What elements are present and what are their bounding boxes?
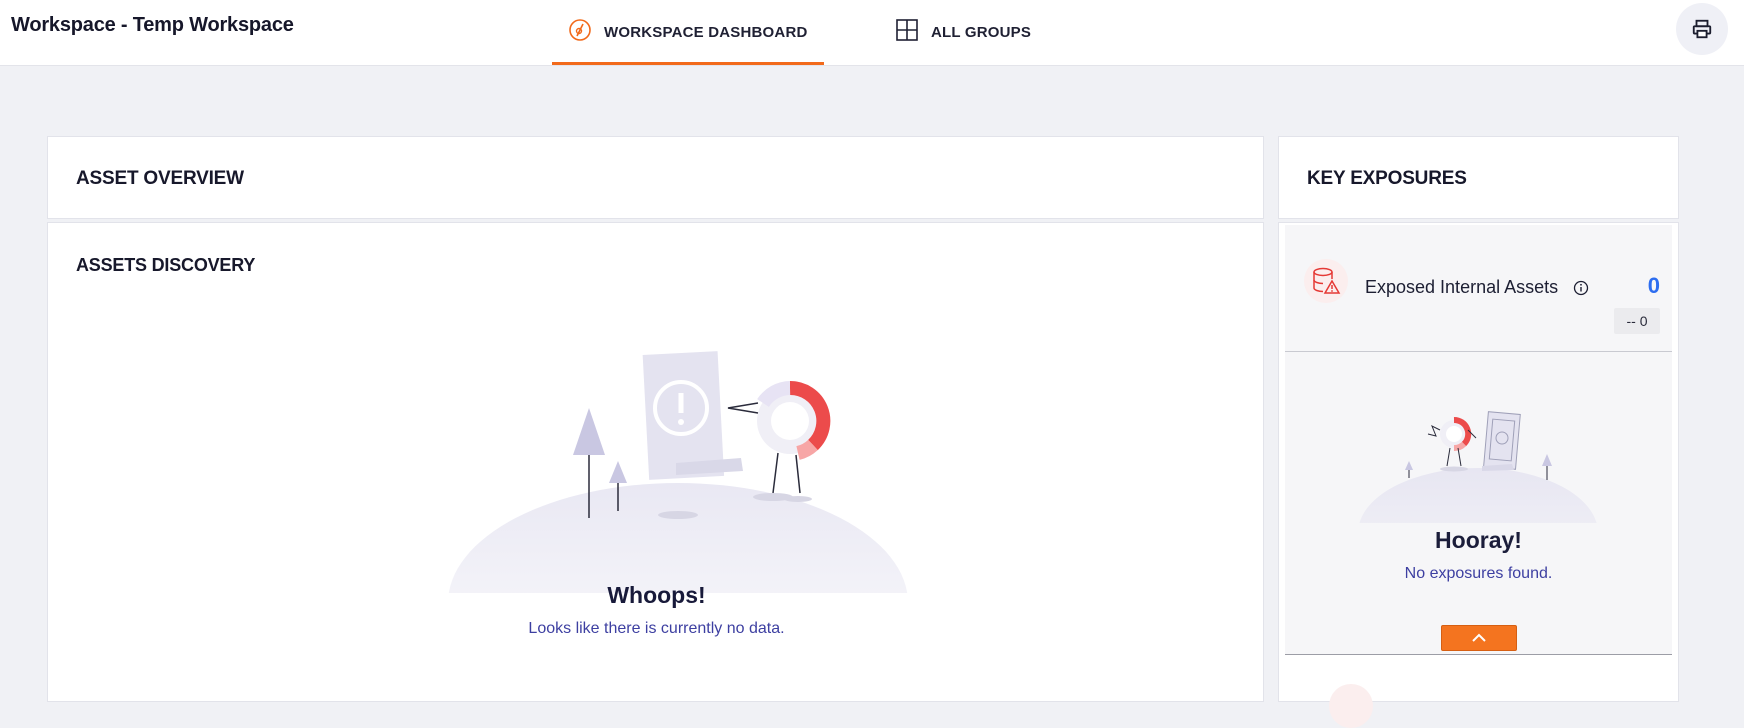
- empty-state-title: Whoops!: [607, 582, 706, 608]
- hooray-illustration: [1359, 411, 1597, 523]
- collapse-button[interactable]: [1441, 625, 1517, 651]
- tab-label: ALL GROUPS: [931, 24, 1032, 41]
- tab-label: WORKSPACE DASHBOARD: [604, 24, 808, 41]
- no-exposures-title: Hooray!: [1435, 527, 1522, 553]
- info-icon[interactable]: [1573, 280, 1589, 296]
- exposure-delta-badge: -- 0: [1614, 308, 1660, 334]
- exposure-row-internal-assets[interactable]: Exposed Internal Assets 0 -- 0: [1285, 225, 1672, 352]
- key-exposures-card: KEY EXPOSURES: [1278, 136, 1679, 219]
- top-bar: Workspace - Temp Workspace WORKSPACE DAS…: [0, 0, 1744, 66]
- grid-icon: [896, 18, 918, 41]
- assets-discovery-card: ASSETS DISCOVERY Whoops! Looks like ther…: [47, 222, 1264, 702]
- dashboard-icon: [569, 18, 591, 41]
- tab-workspace-dashboard[interactable]: WORKSPACE DASHBOARD: [552, 0, 824, 65]
- database-warning-icon: [1304, 259, 1348, 303]
- chevron-up-icon: [1472, 633, 1486, 642]
- asset-overview-card: ASSET OVERVIEW: [47, 136, 1264, 219]
- exposure-panel: Exposed Internal Assets 0 -- 0 Hooray! N…: [1278, 222, 1679, 728]
- next-exposure-icon: [1329, 684, 1373, 728]
- exposure-item-container: Exposed Internal Assets 0 -- 0 Hooray! N…: [1285, 225, 1672, 654]
- no-exposures-message: No exposures found.: [1404, 565, 1553, 582]
- divider: [1285, 654, 1672, 655]
- assets-discovery-title: ASSETS DISCOVERY: [76, 255, 256, 275]
- exposure-count[interactable]: 0: [1648, 273, 1660, 299]
- print-button[interactable]: [1676, 3, 1728, 55]
- empty-state-message: Looks like there is currently no data.: [528, 620, 785, 637]
- exposure-label: Exposed Internal Assets: [1365, 277, 1559, 297]
- tab-all-groups[interactable]: ALL GROUPS: [895, 0, 1031, 65]
- workspace-title: Workspace - Temp Workspace: [11, 14, 294, 36]
- printer-icon: [1692, 19, 1712, 39]
- key-exposures-title: KEY EXPOSURES: [1307, 168, 1467, 189]
- empty-state-illustration: [448, 351, 908, 593]
- asset-overview-title: ASSET OVERVIEW: [76, 168, 244, 189]
